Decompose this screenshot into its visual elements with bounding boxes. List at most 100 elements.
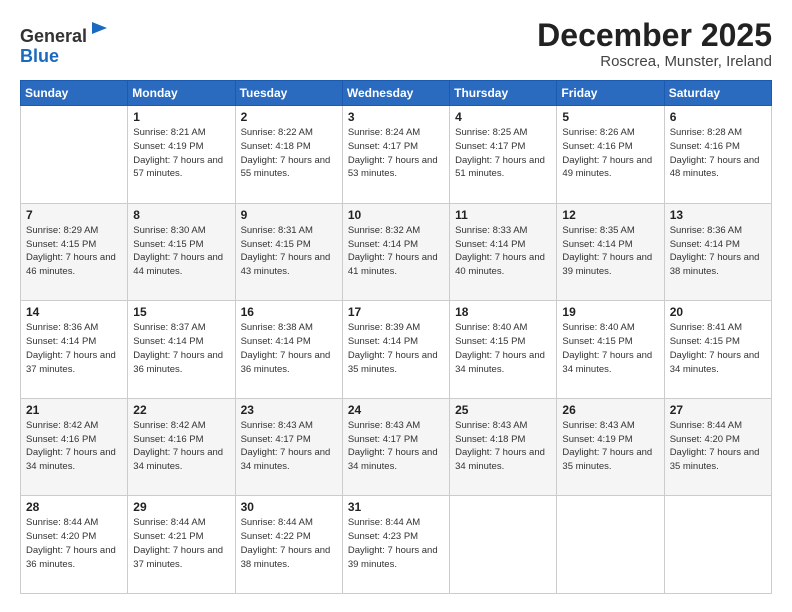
calendar-day-cell: 8 Sunrise: 8:30 AMSunset: 4:15 PMDaylight…: [128, 203, 235, 301]
calendar-day-cell: 29 Sunrise: 8:44 AMSunset: 4:21 PMDayligh…: [128, 496, 235, 594]
day-info: Sunrise: 8:41 AMSunset: 4:15 PMDaylight:…: [670, 321, 766, 376]
th-thursday: Thursday: [450, 81, 557, 106]
calendar-day-cell: 26 Sunrise: 8:43 AMSunset: 4:19 PMDayligh…: [557, 398, 664, 496]
calendar-day-cell: 12 Sunrise: 8:35 AMSunset: 4:14 PMDayligh…: [557, 203, 664, 301]
calendar-week-row: 7 Sunrise: 8:29 AMSunset: 4:15 PMDaylight…: [21, 203, 772, 301]
day-number: 28: [26, 500, 122, 514]
th-monday: Monday: [128, 81, 235, 106]
calendar-day-cell: 1 Sunrise: 8:21 AMSunset: 4:19 PMDaylight…: [128, 106, 235, 204]
calendar-day-cell: 24 Sunrise: 8:43 AMSunset: 4:17 PMDayligh…: [342, 398, 449, 496]
th-tuesday: Tuesday: [235, 81, 342, 106]
day-number: 20: [670, 305, 766, 319]
calendar-day-cell: 22Sunrise: 8:42 AMSunset: 4:16 PMDayligh…: [128, 398, 235, 496]
logo-blue: Blue: [20, 46, 59, 66]
calendar-week-row: 28 Sunrise: 8:44 AMSunset: 4:20 PMDayligh…: [21, 496, 772, 594]
day-info: Sunrise: 8:44 AMSunset: 4:20 PMDaylight:…: [26, 516, 122, 571]
calendar-day-cell: 16 Sunrise: 8:38 AMSunset: 4:14 PMDayligh…: [235, 301, 342, 399]
day-info: Sunrise: 8:43 AMSunset: 4:17 PMDaylight:…: [241, 419, 337, 474]
header: General Blue December 2025 Roscrea, Muns…: [20, 18, 772, 70]
calendar-week-row: 1 Sunrise: 8:21 AMSunset: 4:19 PMDaylight…: [21, 106, 772, 204]
day-info: Sunrise: 8:38 AMSunset: 4:14 PMDaylight:…: [241, 321, 337, 376]
calendar-day-cell: 21 Sunrise: 8:42 AMSunset: 4:16 PMDayligh…: [21, 398, 128, 496]
th-friday: Friday: [557, 81, 664, 106]
day-number: 18: [455, 305, 551, 319]
day-number: 21: [26, 403, 122, 417]
th-saturday: Saturday: [664, 81, 771, 106]
day-number: 27: [670, 403, 766, 417]
day-info: Sunrise: 8:28 AMSunset: 4:16 PMDaylight:…: [670, 126, 766, 181]
day-number: 7: [26, 208, 122, 222]
calendar-day-cell: 15 Sunrise: 8:37 AMSunset: 4:14 PMDayligh…: [128, 301, 235, 399]
calendar-table: Sunday Monday Tuesday Wednesday Thursday…: [20, 80, 772, 594]
day-info: Sunrise: 8:40 AMSunset: 4:15 PMDaylight:…: [562, 321, 658, 376]
day-info: Sunrise: 8:42 AMSunset: 4:16 PMDaylight:…: [133, 419, 229, 474]
day-info: Sunrise: 8:35 AMSunset: 4:14 PMDaylight:…: [562, 224, 658, 279]
day-number: 17: [348, 305, 444, 319]
calendar-day-cell: 30Sunrise: 8:44 AMSunset: 4:22 PMDayligh…: [235, 496, 342, 594]
day-info: Sunrise: 8:39 AMSunset: 4:14 PMDaylight:…: [348, 321, 444, 376]
day-info: Sunrise: 8:29 AMSunset: 4:15 PMDaylight:…: [26, 224, 122, 279]
day-number: 6: [670, 110, 766, 124]
logo: General Blue: [20, 22, 111, 67]
day-number: 31: [348, 500, 444, 514]
day-info: Sunrise: 8:43 AMSunset: 4:19 PMDaylight:…: [562, 419, 658, 474]
day-number: 4: [455, 110, 551, 124]
calendar-page: General Blue December 2025 Roscrea, Muns…: [0, 0, 792, 612]
calendar-day-cell: 18 Sunrise: 8:40 AMSunset: 4:15 PMDayligh…: [450, 301, 557, 399]
day-info: Sunrise: 8:36 AMSunset: 4:14 PMDaylight:…: [670, 224, 766, 279]
location-subtitle: Roscrea, Munster, Ireland: [537, 53, 772, 70]
calendar-week-row: 14Sunrise: 8:36 AMSunset: 4:14 PMDayligh…: [21, 301, 772, 399]
day-info: Sunrise: 8:44 AMSunset: 4:23 PMDaylight:…: [348, 516, 444, 571]
calendar-day-cell: 13Sunrise: 8:36 AMSunset: 4:14 PMDayligh…: [664, 203, 771, 301]
calendar-day-cell: 25 Sunrise: 8:43 AMSunset: 4:18 PMDayligh…: [450, 398, 557, 496]
calendar-day-cell: 10Sunrise: 8:32 AMSunset: 4:14 PMDayligh…: [342, 203, 449, 301]
day-number: 8: [133, 208, 229, 222]
day-number: 30: [241, 500, 337, 514]
day-number: 1: [133, 110, 229, 124]
day-number: 19: [562, 305, 658, 319]
day-number: 5: [562, 110, 658, 124]
day-info: Sunrise: 8:42 AMSunset: 4:16 PMDaylight:…: [26, 419, 122, 474]
th-sunday: Sunday: [21, 81, 128, 106]
day-info: Sunrise: 8:37 AMSunset: 4:14 PMDaylight:…: [133, 321, 229, 376]
day-number: 16: [241, 305, 337, 319]
day-number: 25: [455, 403, 551, 417]
logo-general: General: [20, 26, 87, 46]
logo-flag-icon: [89, 20, 111, 42]
day-info: Sunrise: 8:30 AMSunset: 4:15 PMDaylight:…: [133, 224, 229, 279]
calendar-day-cell: [450, 496, 557, 594]
day-info: Sunrise: 8:22 AMSunset: 4:18 PMDaylight:…: [241, 126, 337, 181]
calendar-day-cell: 17 Sunrise: 8:39 AMSunset: 4:14 PMDayligh…: [342, 301, 449, 399]
day-number: 24: [348, 403, 444, 417]
day-number: 26: [562, 403, 658, 417]
day-info: Sunrise: 8:43 AMSunset: 4:18 PMDaylight:…: [455, 419, 551, 474]
day-number: 15: [133, 305, 229, 319]
th-wednesday: Wednesday: [342, 81, 449, 106]
calendar-day-cell: 2Sunrise: 8:22 AMSunset: 4:18 PMDaylight…: [235, 106, 342, 204]
calendar-day-cell: 31 Sunrise: 8:44 AMSunset: 4:23 PMDayligh…: [342, 496, 449, 594]
calendar-day-cell: [557, 496, 664, 594]
day-info: Sunrise: 8:44 AMSunset: 4:21 PMDaylight:…: [133, 516, 229, 571]
calendar-day-cell: 27Sunrise: 8:44 AMSunset: 4:20 PMDayligh…: [664, 398, 771, 496]
title-area: December 2025 Roscrea, Munster, Ireland: [537, 18, 772, 70]
calendar-day-cell: 20 Sunrise: 8:41 AMSunset: 4:15 PMDayligh…: [664, 301, 771, 399]
calendar-day-cell: 14Sunrise: 8:36 AMSunset: 4:14 PMDayligh…: [21, 301, 128, 399]
day-number: 29: [133, 500, 229, 514]
day-info: Sunrise: 8:25 AMSunset: 4:17 PMDaylight:…: [455, 126, 551, 181]
day-info: Sunrise: 8:21 AMSunset: 4:19 PMDaylight:…: [133, 126, 229, 181]
calendar-day-cell: [21, 106, 128, 204]
calendar-day-cell: 9 Sunrise: 8:31 AMSunset: 4:15 PMDaylight…: [235, 203, 342, 301]
day-info: Sunrise: 8:32 AMSunset: 4:14 PMDaylight:…: [348, 224, 444, 279]
day-info: Sunrise: 8:33 AMSunset: 4:14 PMDaylight:…: [455, 224, 551, 279]
day-info: Sunrise: 8:43 AMSunset: 4:17 PMDaylight:…: [348, 419, 444, 474]
day-number: 12: [562, 208, 658, 222]
day-info: Sunrise: 8:31 AMSunset: 4:15 PMDaylight:…: [241, 224, 337, 279]
calendar-day-cell: 3 Sunrise: 8:24 AMSunset: 4:17 PMDaylight…: [342, 106, 449, 204]
month-title: December 2025: [537, 18, 772, 53]
calendar-day-cell: 6 Sunrise: 8:28 AMSunset: 4:16 PMDaylight…: [664, 106, 771, 204]
calendar-day-cell: 28 Sunrise: 8:44 AMSunset: 4:20 PMDayligh…: [21, 496, 128, 594]
day-number: 3: [348, 110, 444, 124]
day-number: 9: [241, 208, 337, 222]
day-info: Sunrise: 8:40 AMSunset: 4:15 PMDaylight:…: [455, 321, 551, 376]
day-info: Sunrise: 8:24 AMSunset: 4:17 PMDaylight:…: [348, 126, 444, 181]
